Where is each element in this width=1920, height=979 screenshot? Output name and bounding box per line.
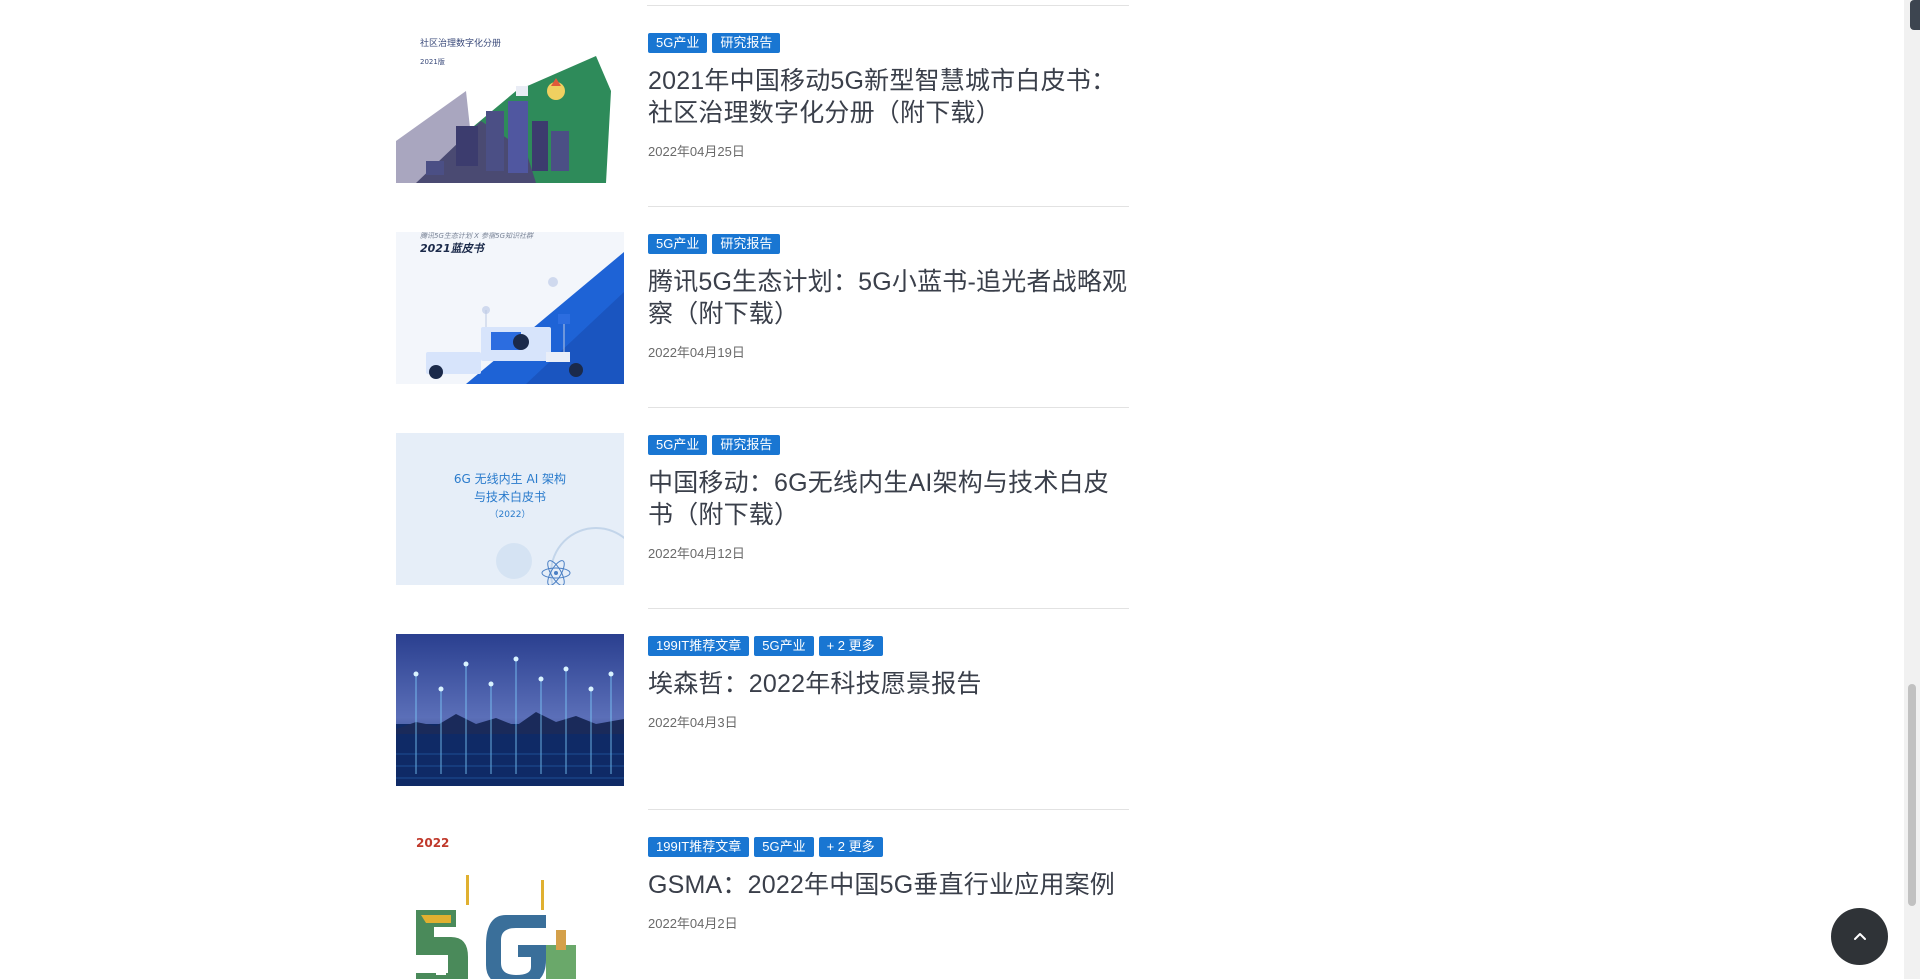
article-body: 5G产业 研究报告 腾讯5G生态计划：5G小蓝书-追光者战略观察（附下载） 20… <box>648 234 1129 361</box>
chevron-up-icon <box>1853 932 1866 940</box>
thumbnail-caption: 2021版 <box>420 57 445 66</box>
article-item: 腾讯5G生态计划 X 参宿5G知识社群 2021蓝皮书 5G产业 研究报告 腾讯… <box>396 207 1129 408</box>
thumbnail-caption: 2022 <box>416 836 449 850</box>
tag-5g-industry[interactable]: 5G产业 <box>648 33 708 53</box>
tag-list: 5G产业 研究报告 <box>648 234 1129 254</box>
article-title[interactable]: GSMA：2022年中国5G垂直行业应用案例 <box>648 869 1129 901</box>
article-body: 199IT推荐文章 5G产业 + 2 更多 GSMA：2022年中国5G垂直行业… <box>648 837 1129 932</box>
thumbnail-image-6g-ai: 6G 无线内生 AI 架构 与技术白皮书 （2022） <box>396 433 624 585</box>
thumbnail-caption: 6G 无线内生 AI 架构 <box>454 471 566 486</box>
scroll-to-top-button[interactable] <box>1831 908 1888 965</box>
tag-list: 5G产业 研究报告 <box>648 435 1129 455</box>
tag-more[interactable]: + 2 更多 <box>818 636 883 656</box>
article-title[interactable]: 腾讯5G生态计划：5G小蓝书-追光者战略观察（附下载） <box>648 266 1129 330</box>
article-body: 5G产业 研究报告 中国移动：6G无线内生AI架构与技术白皮书（附下载） 202… <box>648 435 1129 562</box>
tag-5g-industry[interactable]: 5G产业 <box>754 636 814 656</box>
tag-list: 199IT推荐文章 5G产业 + 2 更多 <box>648 837 1129 857</box>
thumbnail-caption: （2022） <box>490 509 531 520</box>
article-thumbnail[interactable]: 腾讯5G生态计划 X 参宿5G知识社群 2021蓝皮书 <box>396 232 624 384</box>
article-item: 社区治理数字化分册 2021版 5G产业 研究报告 2021年中国移动5G新型智… <box>396 6 1129 207</box>
thumbnail-caption: 腾讯5G生态计划 X 参宿5G知识社群 <box>420 232 534 240</box>
tag-research-report[interactable]: 研究报告 <box>712 234 781 254</box>
article-date: 2022年04月3日 <box>648 715 738 730</box>
tag-research-report[interactable]: 研究报告 <box>712 33 781 53</box>
article-thumbnail[interactable]: 6G 无线内生 AI 架构 与技术白皮书 （2022） <box>396 433 624 585</box>
article-thumbnail[interactable] <box>396 634 624 786</box>
tag-list: 199IT推荐文章 5G产业 + 2 更多 <box>648 636 1129 656</box>
article-item: 199IT推荐文章 5G产业 + 2 更多 埃森哲：2022年科技愿景报告 20… <box>396 609 1129 810</box>
tag-5g-industry[interactable]: 5G产业 <box>648 234 708 254</box>
tag-research-report[interactable]: 研究报告 <box>712 435 781 455</box>
thumbnail-caption: 与技术白皮书 <box>474 489 546 504</box>
article-date: 2022年04月25日 <box>648 144 745 159</box>
article-date: 2022年04月12日 <box>648 546 745 561</box>
article-body: 5G产业 研究报告 2021年中国移动5G新型智慧城市白皮书：社区治理数字化分册… <box>648 33 1129 160</box>
article-title[interactable]: 中国移动：6G无线内生AI架构与技术白皮书（附下载） <box>648 467 1129 531</box>
article-item: 6G 无线内生 AI 架构 与技术白皮书 （2022） 5G产业 研究报告 中国… <box>396 408 1129 609</box>
article-title[interactable]: 埃森哲：2022年科技愿景报告 <box>648 668 1129 700</box>
article-thumbnail[interactable]: 社区治理数字化分册 2021版 <box>396 31 624 183</box>
thumbnail-caption: 社区治理数字化分册 <box>420 37 501 49</box>
scrollbar-extension-chip <box>1910 0 1920 30</box>
page: 社区治理数字化分册 2021版 5G产业 研究报告 2021年中国移动5G新型智… <box>0 0 1920 979</box>
article-thumbnail[interactable]: 2022 <box>396 835 624 979</box>
thumbnail-image-smart-community: 社区治理数字化分册 2021版 <box>396 31 624 183</box>
tag-recommended[interactable]: 199IT推荐文章 <box>648 636 750 656</box>
thumbnail-image-tencent-5g: 腾讯5G生态计划 X 参宿5G知识社群 2021蓝皮书 <box>396 232 624 384</box>
tag-list: 5G产业 研究报告 <box>648 33 1129 53</box>
article-item: 2022 199IT推荐文章 5G产业 + 2 更多 GSMA：2022年中国5… <box>396 810 1129 979</box>
thumbnail-image-5g-vertical: 2022 <box>396 835 624 979</box>
tag-5g-industry[interactable]: 5G产业 <box>754 837 814 857</box>
tag-more[interactable]: + 2 更多 <box>818 837 883 857</box>
article-date: 2022年04月2日 <box>648 916 738 931</box>
tag-5g-industry[interactable]: 5G产业 <box>648 435 708 455</box>
scrollbar-thumb[interactable] <box>1908 684 1916 906</box>
thumbnail-image-tech-vision <box>396 634 624 786</box>
article-body: 199IT推荐文章 5G产业 + 2 更多 埃森哲：2022年科技愿景报告 20… <box>648 636 1129 731</box>
article-title[interactable]: 2021年中国移动5G新型智慧城市白皮书：社区治理数字化分册（附下载） <box>648 65 1129 129</box>
article-date: 2022年04月19日 <box>648 345 745 360</box>
tag-recommended[interactable]: 199IT推荐文章 <box>648 837 750 857</box>
thumbnail-caption: 2021蓝皮书 <box>420 242 486 255</box>
vertical-scrollbar[interactable] <box>1904 0 1920 979</box>
